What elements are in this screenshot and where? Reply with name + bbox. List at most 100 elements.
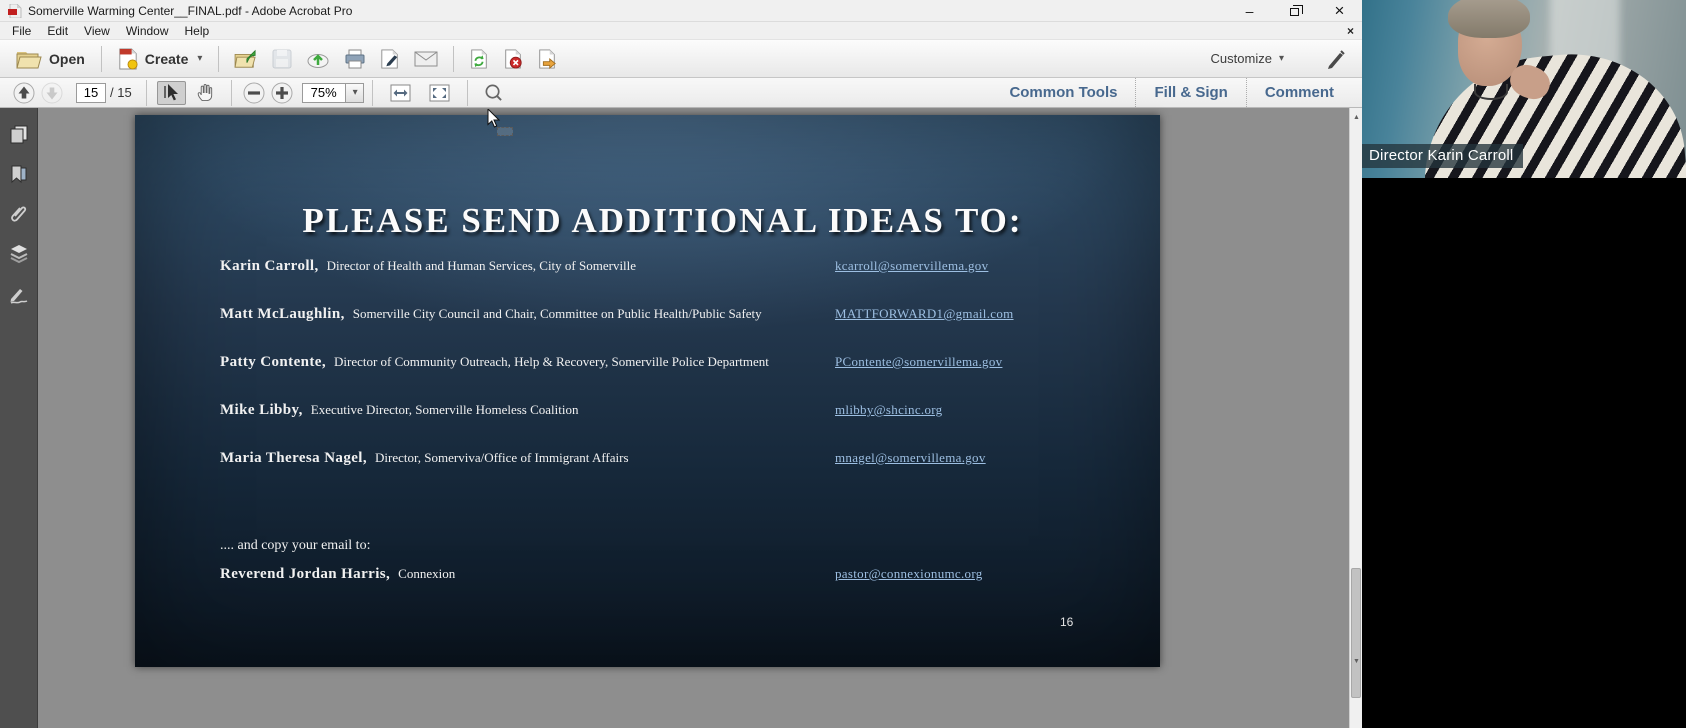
open-folder-icon <box>16 49 42 69</box>
speaker-hair <box>1448 0 1530 38</box>
minimize-button[interactable]: – <box>1227 0 1272 21</box>
contact-email-link[interactable]: mnagel@somervillema.gov <box>835 450 986 466</box>
doc-export-icon <box>539 48 557 69</box>
delete-pages-button[interactable] <box>496 45 530 73</box>
contact-row: Patty Contente, Director of Community Ou… <box>220 353 1130 371</box>
contact-name: Matt McLaughlin, <box>220 306 345 322</box>
navigation-toolbar: / 15 ▾ <box>0 78 1362 108</box>
create-label: Create <box>144 50 189 67</box>
customize-label: Customize <box>1210 51 1272 66</box>
menu-file[interactable]: File <box>4 24 39 38</box>
select-tool-button[interactable] <box>156 80 186 105</box>
contact-role: Director, Somerviva/Office of Immigrant … <box>375 450 629 465</box>
toolbar-separator <box>230 79 232 106</box>
cloud-upload-button[interactable] <box>299 46 337 72</box>
zoom-in-icon <box>271 82 293 103</box>
title-bar: Somerville Warming Center__FINAL.pdf - A… <box>0 0 1362 22</box>
pen-corner-icon <box>1328 49 1345 69</box>
convert-document-button[interactable] <box>462 45 496 73</box>
save-button <box>265 45 299 73</box>
window-controls: – × <box>1227 0 1362 21</box>
contact-role: Somerville City Council and Chair, Commi… <box>352 306 762 321</box>
vertical-scrollbar[interactable]: ▲ ▼ <box>1349 108 1362 728</box>
zoom-level-input[interactable] <box>301 82 346 103</box>
contact-email-link[interactable]: PContente@somervillema.gov <box>835 354 1002 370</box>
bookmarks-icon <box>11 165 26 184</box>
fit-width-button[interactable] <box>383 81 418 105</box>
tool-panes: Common Tools Fill & Sign Comment <box>991 78 1352 107</box>
fit-page-button[interactable] <box>422 81 457 105</box>
acrobat-pdf-icon <box>8 3 22 18</box>
menu-view[interactable]: View <box>76 24 118 38</box>
doc-refresh-icon <box>471 48 488 69</box>
tab-fill-sign[interactable]: Fill & Sign <box>1135 78 1245 107</box>
select-tool-icon <box>163 83 178 100</box>
contact-name: Mike Libby, <box>220 402 303 418</box>
page-number-input[interactable] <box>76 82 106 103</box>
loupe-icon <box>485 84 502 101</box>
zoom-dropdown-button[interactable]: ▾ <box>345 82 364 103</box>
window-title: Somerville Warming Center__FINAL.pdf - A… <box>28 3 353 18</box>
video-letterbox <box>1362 178 1686 728</box>
drawing-tools-button[interactable] <box>1326 49 1346 69</box>
toolbar-close-icon[interactable]: × <box>1347 24 1354 38</box>
layers-button[interactable] <box>5 240 33 268</box>
email-button[interactable] <box>407 47 445 71</box>
page-down-icon <box>41 82 63 103</box>
loupe-button[interactable] <box>478 81 509 104</box>
print-button[interactable] <box>337 45 373 73</box>
restore-icon <box>1290 4 1303 16</box>
zoom-in-button[interactable] <box>271 82 293 104</box>
scrollbar-thumb[interactable] <box>1351 568 1361 698</box>
contact-name: Reverend Jordan Harris, <box>220 566 391 582</box>
export-document-button[interactable] <box>530 45 564 73</box>
previous-page-button[interactable] <box>13 82 35 104</box>
zoom-out-button[interactable] <box>243 82 265 104</box>
share-file-button[interactable] <box>227 45 265 73</box>
restore-button[interactable] <box>1272 0 1317 21</box>
tab-comment[interactable]: Comment <box>1245 78 1352 107</box>
menu-bar: File Edit View Window Help × <box>0 22 1362 40</box>
save-icon <box>272 49 292 68</box>
fit-width-icon <box>390 84 411 101</box>
sign-document-button[interactable] <box>373 45 407 73</box>
hand-tool-button[interactable] <box>190 81 221 104</box>
zoom-out-icon <box>243 82 265 103</box>
bookmarks-button[interactable] <box>5 160 33 188</box>
copy-note: .... and copy your email to: <box>220 538 371 553</box>
create-button[interactable]: Create ▾ <box>110 44 211 74</box>
contact-row: Karin Carroll, Director of Health and Hu… <box>220 257 1130 275</box>
attachments-icon <box>10 206 26 222</box>
slide-page-number: 16 <box>1060 615 1074 629</box>
customize-button[interactable]: Customize ▾ <box>1211 51 1284 66</box>
share-folder-icon <box>234 49 257 68</box>
attachments-button[interactable] <box>5 200 33 228</box>
minimize-icon: – <box>1245 2 1254 19</box>
email-icon <box>414 51 438 66</box>
open-button[interactable]: Open <box>8 45 93 73</box>
page-thumbnails-button[interactable] <box>5 120 33 148</box>
menu-window[interactable]: Window <box>118 24 177 38</box>
close-button[interactable]: × <box>1317 0 1362 21</box>
webcam-video: Director Karin Carroll <box>1362 0 1686 178</box>
toolbar-separator <box>218 45 220 72</box>
contact-email-link[interactable]: pastor@connexionumc.org <box>835 566 983 582</box>
signatures-icon <box>10 289 27 304</box>
toolbar-separator <box>145 79 147 106</box>
contact-name: Patty Contente, <box>220 354 326 370</box>
contact-name: Karin Carroll, <box>220 258 319 274</box>
signatures-button[interactable] <box>5 280 33 308</box>
contact-email-link[interactable]: kcarroll@somervillema.gov <box>835 258 988 274</box>
cursor-arrow-icon <box>487 109 501 128</box>
contact-role: Executive Director, Somerville Homeless … <box>310 402 579 417</box>
thumbnails-icon <box>10 125 27 144</box>
sign-icon <box>381 48 399 69</box>
menu-edit[interactable]: Edit <box>39 24 76 38</box>
tab-common-tools[interactable]: Common Tools <box>991 78 1135 107</box>
menu-help[interactable]: Help <box>177 24 218 38</box>
open-label: Open <box>49 50 85 67</box>
toolbar-separator <box>466 79 468 106</box>
contact-email-link[interactable]: mlibby@shcinc.org <box>835 402 942 418</box>
contact-email-link[interactable]: MATTFORWARD1@gmail.com <box>835 306 1014 322</box>
mouse-cursor <box>487 109 513 136</box>
